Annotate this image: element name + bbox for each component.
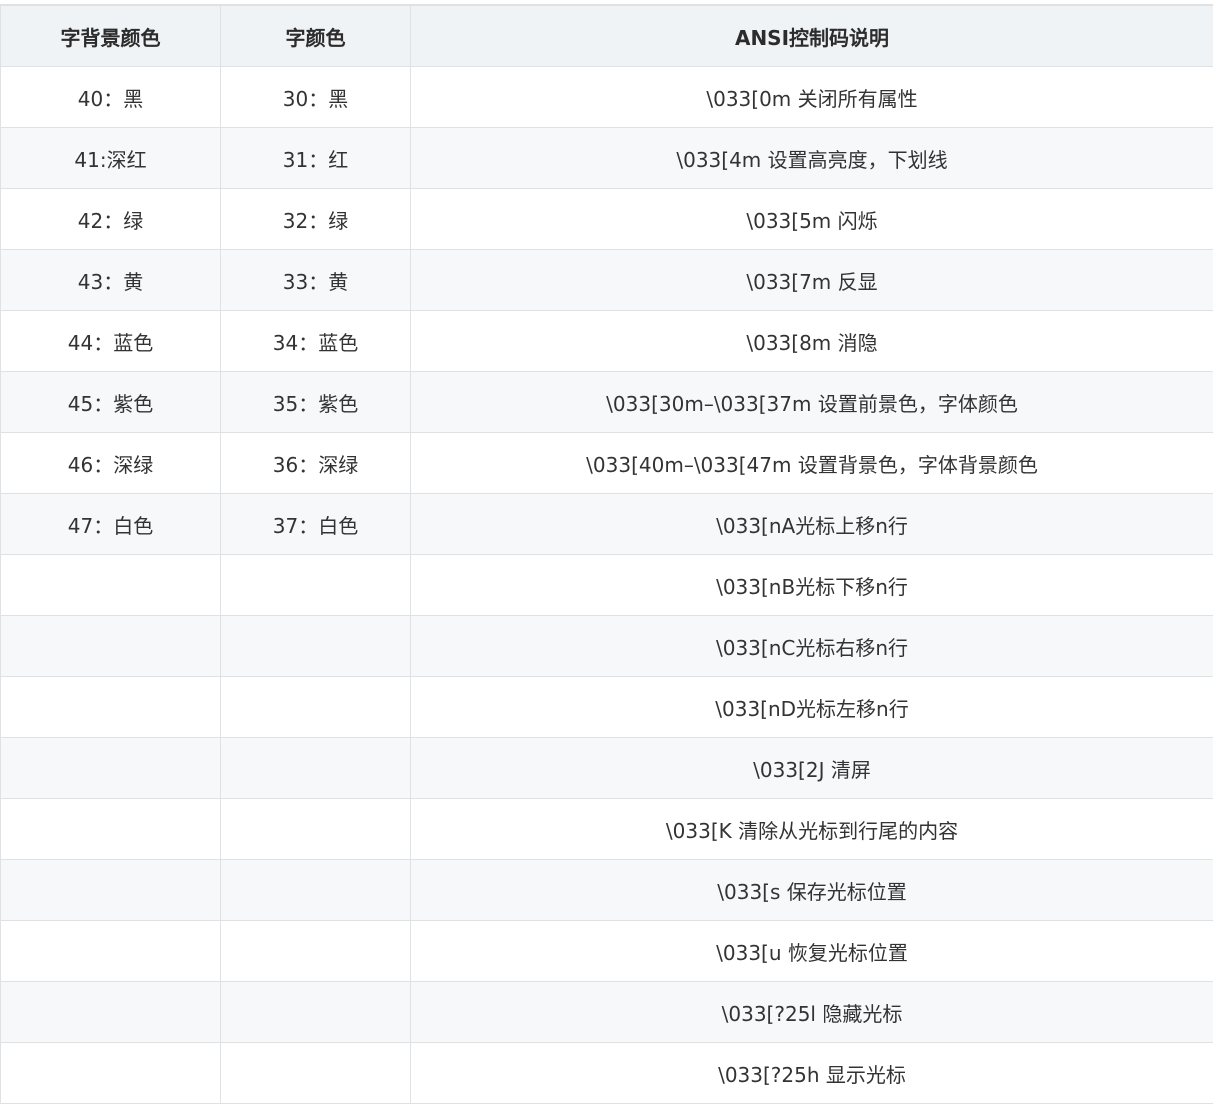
fg-color-cell: 31：红 — [221, 128, 411, 189]
ansi-desc-cell: \033[8m 消隐 — [411, 311, 1213, 372]
table-row: \033[?25h 显示光标 — [1, 1043, 1213, 1104]
fg-color-cell — [221, 616, 411, 677]
bg-color-cell: 43：黄 — [1, 250, 221, 311]
bg-color-cell — [1, 616, 221, 677]
fg-color-cell: 32：绿 — [221, 189, 411, 250]
fg-color-cell — [221, 555, 411, 616]
table-row: 46：深绿 36：深绿 \033[40m–\033[47m 设置背景色，字体背景… — [1, 433, 1213, 494]
ansi-desc-cell: \033[5m 闪烁 — [411, 189, 1213, 250]
fg-color-cell — [221, 860, 411, 921]
bg-color-cell — [1, 555, 221, 616]
bg-color-cell: 45：紫色 — [1, 372, 221, 433]
bg-color-cell: 42：绿 — [1, 189, 221, 250]
ansi-color-table: 字背景颜色 字颜色 ANSI控制码说明 40：黑 30：黑 \033[0m 关闭… — [0, 4, 1213, 1104]
bg-color-cell: 44：蓝色 — [1, 311, 221, 372]
header-fg-color: 字颜色 — [221, 5, 411, 67]
table-row: \033[2J 清屏 — [1, 738, 1213, 799]
fg-color-cell: 36：深绿 — [221, 433, 411, 494]
bg-color-cell — [1, 921, 221, 982]
fg-color-cell — [221, 677, 411, 738]
bg-color-cell: 40：黑 — [1, 67, 221, 128]
fg-color-cell: 35：紫色 — [221, 372, 411, 433]
table-row: 45：紫色 35：紫色 \033[30m–\033[37m 设置前景色，字体颜色 — [1, 372, 1213, 433]
bg-color-cell: 47：白色 — [1, 494, 221, 555]
fg-color-cell: 33：黄 — [221, 250, 411, 311]
table-row: 40：黑 30：黑 \033[0m 关闭所有属性 — [1, 67, 1213, 128]
ansi-desc-cell: \033[K 清除从光标到行尾的内容 — [411, 799, 1213, 860]
ansi-desc-cell: \033[nD光标左移n行 — [411, 677, 1213, 738]
table-row: \033[nD光标左移n行 — [1, 677, 1213, 738]
ansi-desc-cell: \033[nB光标下移n行 — [411, 555, 1213, 616]
ansi-desc-cell: \033[7m 反显 — [411, 250, 1213, 311]
header-bg-color: 字背景颜色 — [1, 5, 221, 67]
bg-color-cell — [1, 677, 221, 738]
bg-color-cell: 41:深红 — [1, 128, 221, 189]
fg-color-cell — [221, 982, 411, 1043]
table-row: 43：黄 33：黄 \033[7m 反显 — [1, 250, 1213, 311]
ansi-desc-cell: \033[u 恢复光标位置 — [411, 921, 1213, 982]
table-row: \033[K 清除从光标到行尾的内容 — [1, 799, 1213, 860]
fg-color-cell — [221, 921, 411, 982]
fg-color-cell — [221, 799, 411, 860]
ansi-desc-cell: \033[40m–\033[47m 设置背景色，字体背景颜色 — [411, 433, 1213, 494]
table-row: 42：绿 32：绿 \033[5m 闪烁 — [1, 189, 1213, 250]
table-row: \033[nB光标下移n行 — [1, 555, 1213, 616]
table-row: \033[?25l 隐藏光标 — [1, 982, 1213, 1043]
fg-color-cell: 37：白色 — [221, 494, 411, 555]
bg-color-cell — [1, 799, 221, 860]
table-body: 40：黑 30：黑 \033[0m 关闭所有属性 41:深红 31：红 \033… — [1, 67, 1213, 1104]
fg-color-cell: 30：黑 — [221, 67, 411, 128]
fg-color-cell: 34：蓝色 — [221, 311, 411, 372]
ansi-desc-cell: \033[?25l 隐藏光标 — [411, 982, 1213, 1043]
header-row: 字背景颜色 字颜色 ANSI控制码说明 — [1, 5, 1213, 67]
table-row: 44：蓝色 34：蓝色 \033[8m 消隐 — [1, 311, 1213, 372]
table-row: \033[u 恢复光标位置 — [1, 921, 1213, 982]
table-header: 字背景颜色 字颜色 ANSI控制码说明 — [1, 5, 1213, 67]
table-row: 47：白色 37：白色 \033[nA光标上移n行 — [1, 494, 1213, 555]
bg-color-cell: 46：深绿 — [1, 433, 221, 494]
table-row: 41:深红 31：红 \033[4m 设置高亮度，下划线 — [1, 128, 1213, 189]
ansi-desc-cell: \033[nC光标右移n行 — [411, 616, 1213, 677]
table-row: \033[nC光标右移n行 — [1, 616, 1213, 677]
bg-color-cell — [1, 738, 221, 799]
ansi-desc-cell: \033[s 保存光标位置 — [411, 860, 1213, 921]
ansi-desc-cell: \033[?25h 显示光标 — [411, 1043, 1213, 1104]
ansi-desc-cell: \033[4m 设置高亮度，下划线 — [411, 128, 1213, 189]
ansi-desc-cell: \033[0m 关闭所有属性 — [411, 67, 1213, 128]
header-ansi-desc: ANSI控制码说明 — [411, 5, 1213, 67]
ansi-desc-cell: \033[30m–\033[37m 设置前景色，字体颜色 — [411, 372, 1213, 433]
bg-color-cell — [1, 982, 221, 1043]
bg-color-cell — [1, 860, 221, 921]
fg-color-cell — [221, 738, 411, 799]
fg-color-cell — [221, 1043, 411, 1104]
table-row: \033[s 保存光标位置 — [1, 860, 1213, 921]
bg-color-cell — [1, 1043, 221, 1104]
ansi-desc-cell: \033[2J 清屏 — [411, 738, 1213, 799]
ansi-desc-cell: \033[nA光标上移n行 — [411, 494, 1213, 555]
